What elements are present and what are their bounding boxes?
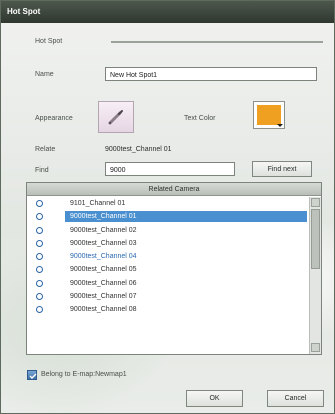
camera-list-item[interactable]: 9000test_Channel 08 (27, 303, 307, 316)
belong-checkbox[interactable] (27, 370, 37, 380)
radio-button[interactable] (36, 200, 43, 207)
name-input[interactable] (105, 67, 317, 81)
text-color-label: Text Color (184, 115, 216, 122)
radio-button[interactable] (36, 226, 43, 234)
camera-list-item[interactable]: 9000test_Channel 03 (27, 237, 307, 250)
color-swatch (257, 105, 281, 125)
appearance-button[interactable] (98, 101, 134, 133)
find-label: Find (35, 167, 49, 174)
scroll-thumb[interactable] (311, 209, 320, 269)
radio-button[interactable] (36, 279, 43, 287)
find-next-button[interactable]: Find next (252, 161, 312, 177)
cancel-button[interactable]: Cancel (267, 390, 324, 407)
dropdown-arrow-icon (277, 124, 283, 127)
camera-list-item-label: 9000test_Channel 02 (70, 226, 137, 234)
camera-list-item-label: 9000test_Channel 07 (70, 293, 137, 301)
find-input[interactable] (105, 162, 235, 176)
camera-list-item[interactable]: 9101_Channel 01 (27, 197, 307, 210)
relate-label: Relate (35, 146, 56, 153)
dialog-title: Hot Spot (1, 1, 334, 23)
check-icon (29, 373, 37, 379)
camera-list-item[interactable]: 9000test_Channel 07 (27, 290, 307, 303)
hot-spot-section-label: Hot Spot (35, 38, 63, 45)
radio-button[interactable] (36, 293, 43, 301)
camera-list-item[interactable]: 9000test_Channel 04 (27, 250, 307, 263)
camera-list-item-label: 9101_Channel 01 (70, 200, 126, 207)
scroll-down-icon[interactable] (311, 343, 320, 352)
camera-list-item-label: 9000test_Channel 08 (70, 306, 137, 314)
relate-value: 9000test_Channel 01 (105, 146, 172, 153)
ok-button[interactable]: OK (186, 390, 243, 407)
scroll-up-icon[interactable] (311, 198, 320, 207)
camera-list-item-label: 9000test_Channel 05 (70, 266, 137, 274)
camera-list-item-label: 9000test_Channel 03 (70, 239, 137, 247)
section-divider (111, 41, 323, 43)
hot-spot-dialog: Hot Spot Hot Spot Name Appearance Text C… (0, 0, 335, 414)
camera-list-item-label: 9000test_Channel 04 (70, 253, 137, 261)
belong-label: Belong to E-map:Newmap1 (41, 371, 127, 378)
camera-list-item[interactable]: 9000test_Channel 02 (27, 224, 307, 237)
camera-list-body: 9101_Channel 01 9000test_Channel 01 9000te… (27, 197, 307, 317)
camera-list-item-label: 9000test_Channel 01 (65, 211, 307, 223)
radio-button[interactable] (36, 253, 43, 261)
name-label: Name (35, 71, 54, 78)
radio-button[interactable] (36, 306, 43, 314)
list-scrollbar[interactable] (309, 197, 321, 354)
camera-list-item[interactable]: 9000test_Channel 01 (27, 210, 307, 223)
camera-list-item-label: 9000test_Channel 06 (70, 279, 137, 287)
radio-button[interactable] (36, 239, 43, 247)
text-color-picker[interactable] (253, 101, 285, 129)
related-camera-header: Related Camera (27, 183, 321, 196)
related-camera-list[interactable]: Related Camera 9101_Channel 01 9000test_C… (26, 182, 322, 355)
camera-list-item[interactable]: 9000test_Channel 05 (27, 263, 307, 276)
radio-button[interactable] (36, 266, 43, 274)
appearance-label: Appearance (35, 115, 73, 122)
pen-icon (108, 110, 123, 125)
camera-list-item[interactable]: 9000test_Channel 06 (27, 277, 307, 290)
radio-button[interactable] (36, 213, 43, 221)
